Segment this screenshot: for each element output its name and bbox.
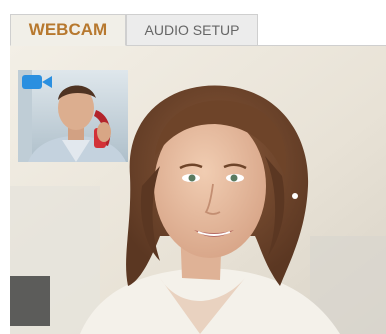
self-view-thumbnail[interactable]	[18, 70, 128, 162]
tab-webcam[interactable]: WEBCAM	[10, 14, 126, 46]
video-camera-icon	[22, 75, 52, 89]
tab-bar: WEBCAM AUDIO SETUP	[0, 0, 386, 46]
remote-video-feed	[10, 46, 386, 334]
tab-audio-setup[interactable]: AUDIO SETUP	[126, 14, 258, 46]
